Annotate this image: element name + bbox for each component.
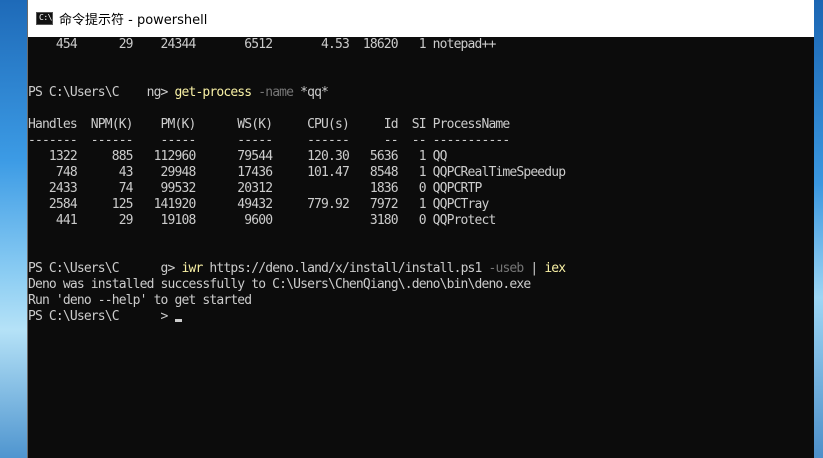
prompt: PS C:\Users\C ng> <box>28 85 175 100</box>
parameter: -name <box>251 85 294 100</box>
console-line: Run 'deno --help' to get started <box>28 293 252 308</box>
powershell-window[interactable]: C:\ 命令提示符 - powershell 454 29 24344 6512… <box>27 0 814 458</box>
prompt: PS C:\Users\C g> <box>28 261 182 276</box>
console-output[interactable]: 454 29 24344 6512 4.53 18620 1 notepad++… <box>28 37 813 458</box>
table-row: 748 43 29948 17436 101.47 8548 1 QQPCRea… <box>28 165 566 180</box>
console-icon[interactable]: C:\ <box>36 12 53 25</box>
table-separator: ------- ------ ----- ----- ------ -- -- … <box>28 133 510 148</box>
table-header: Handles NPM(K) PM(K) WS(K) CPU(s) Id SI … <box>28 117 510 132</box>
prompt: PS C:\Users\C > <box>28 309 175 324</box>
table-row: 2584 125 141920 49432 779.92 7972 1 QQPC… <box>28 197 489 212</box>
command: get-process <box>174 85 253 100</box>
desktop-wallpaper-right <box>814 0 823 458</box>
argument: https://deno.land/x/install/install.ps1 <box>202 261 482 276</box>
command: iex <box>544 261 566 276</box>
prompt-line: PS C:\Users\C ng> get-process -name *qq* <box>28 85 329 101</box>
table-row: 1322 885 112960 79544 120.30 5636 1 QQ <box>28 149 448 164</box>
console-line: 454 29 24344 6512 4.53 18620 1 notepad++ <box>28 37 496 52</box>
parameter: -useb <box>481 261 524 276</box>
desktop-wallpaper-left <box>0 0 27 458</box>
argument: *qq* <box>293 85 329 100</box>
title-bar[interactable]: C:\ 命令提示符 - powershell <box>28 0 814 37</box>
prompt-line: PS C:\Users\C g> iwr https://deno.land/x… <box>28 261 566 277</box>
table-row: 2433 74 99532 20312 1836 0 QQPCRTP <box>28 181 482 196</box>
console-line: Deno was installed successfully to C:\Us… <box>28 277 531 292</box>
table-row: 441 29 19108 9600 3180 0 QQProtect <box>28 213 496 228</box>
pipe: | <box>523 261 545 276</box>
command: iwr <box>181 261 204 276</box>
prompt-line[interactable]: PS C:\Users\C > <box>28 309 182 325</box>
text-cursor <box>174 319 182 322</box>
console-icon-glyph: C:\ <box>39 13 52 22</box>
window-title: 命令提示符 - powershell <box>59 13 208 28</box>
